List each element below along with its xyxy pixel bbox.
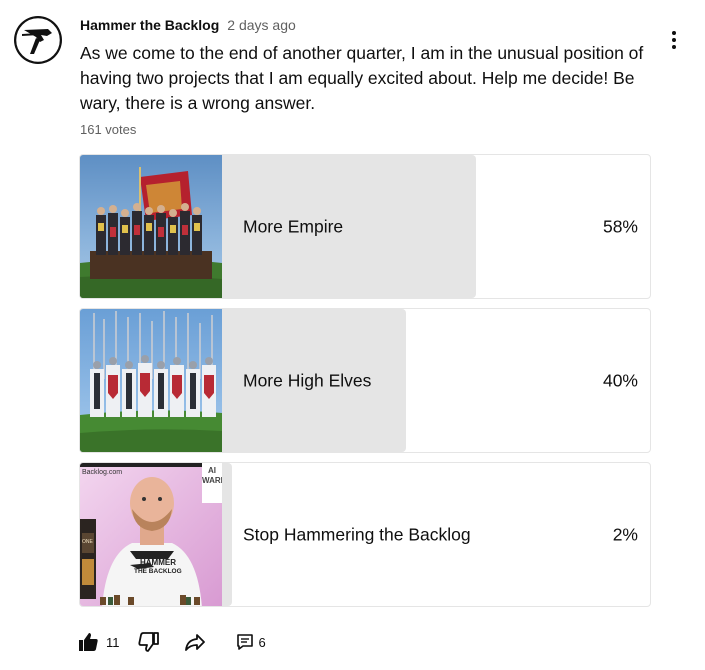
author-name[interactable]: Hammer the Backlog (80, 17, 219, 33)
poll-option-label: More High Elves (243, 370, 372, 390)
like-button[interactable]: 11 (76, 630, 120, 654)
empire-miniatures-image (80, 155, 222, 298)
share-icon (184, 634, 205, 651)
thumb-corner-text: AI (208, 466, 216, 475)
high-elves-miniatures-image (80, 309, 222, 452)
channel-avatar[interactable] (14, 16, 62, 64)
poll-option-more-high-elves[interactable]: More High Elves 40% (79, 308, 651, 453)
svg-text:WARI: WARI (202, 476, 222, 485)
thumbs-up-icon (79, 633, 98, 651)
thumb-side-text: ONE (82, 539, 94, 545)
more-actions-icon[interactable] (662, 28, 686, 52)
comment-count: 6 (258, 634, 266, 650)
dislike-button[interactable] (137, 630, 161, 654)
poll-option-percent: 40% (602, 370, 638, 390)
poll-option-stop-hammering[interactable]: Backlog.com AI WARI ONE HAMMER THE BACKL… (79, 462, 651, 607)
post-header: Hammer the Backlog 2 days ago (80, 17, 296, 33)
poll-options: More Empire 58% More High Elves 40% Back… (79, 154, 651, 616)
post-timestamp[interactable]: 2 days ago (227, 17, 296, 33)
post-actions: 11 6 (76, 628, 266, 656)
poll-option-percent: 58% (602, 216, 638, 236)
poll-option-label: Stop Hammering the Backlog (243, 524, 471, 544)
vote-count: 161 votes (80, 122, 137, 137)
shirt-backlog-text: THE BACKLOG (134, 568, 182, 575)
thumb-site-text: Backlog.com (82, 469, 122, 476)
poll-option-percent: 2% (612, 524, 638, 544)
comments-button[interactable]: 6 (235, 632, 266, 652)
share-button[interactable] (183, 630, 207, 654)
hammer-logo-icon (14, 16, 62, 64)
poll-option-more-empire[interactable]: More Empire 58% (79, 154, 651, 299)
shirt-hammer-text: HAMMER (140, 558, 176, 567)
poll-option-label: More Empire (243, 216, 344, 236)
thumbs-down-icon (137, 632, 159, 652)
presenter-video-thumbnail: Backlog.com AI WARI ONE HAMMER THE BACKL… (80, 463, 222, 606)
comment-icon (236, 634, 253, 650)
like-count: 11 (106, 634, 120, 650)
post-text: As we come to the end of another quarter… (80, 43, 644, 113)
